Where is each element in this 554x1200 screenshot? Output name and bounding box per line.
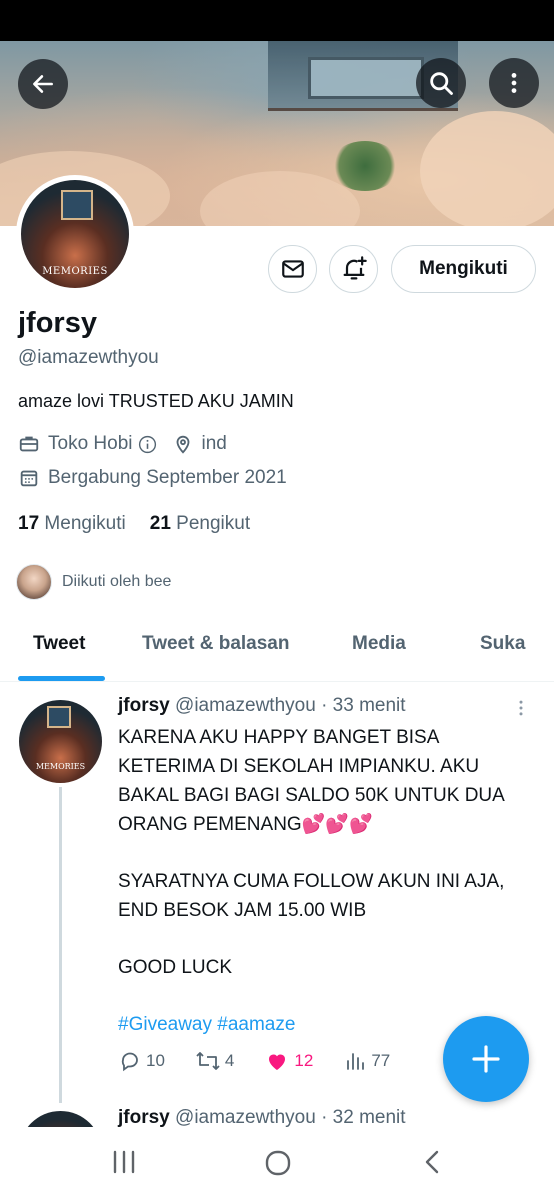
home-button[interactable]	[264, 1149, 292, 1182]
thread-line	[59, 787, 62, 1103]
heart-filled-icon	[269, 1054, 286, 1070]
notification-button[interactable]	[329, 245, 378, 293]
location-pin-icon	[172, 433, 194, 455]
profile-category: Toko Hobi	[48, 433, 133, 454]
search-icon	[430, 72, 453, 95]
profile-meta-row: Toko Hobi ind	[18, 433, 227, 455]
tab-tweet-replies[interactable]: Tweet & balasan	[142, 633, 289, 655]
tweet-time: · 32 menit	[321, 1107, 406, 1127]
more-vertical-icon	[519, 700, 523, 716]
followed-by-row[interactable]: Diikuti oleh bee	[16, 564, 171, 600]
profile-display-name: jforsy	[18, 307, 97, 339]
tweet-avatar[interactable]: MEMORIES	[19, 700, 102, 783]
tweet-paragraph: GOOD LUCK	[118, 957, 233, 978]
tweet-author-handle: @iamazewthyou	[175, 1107, 316, 1127]
plus-icon	[472, 1045, 500, 1073]
followers-count-link[interactable]: 21 Pengikut	[150, 513, 250, 535]
like-count: 12	[294, 1051, 314, 1070]
tweet-text: KARENA AKU HAPPY BANGET BISA KETERIMA DI…	[118, 723, 538, 1067]
tweet-paragraph: SYARATNYA CUMA FOLLOW AKUN INI AJA, END …	[118, 871, 505, 921]
views-button[interactable]: 77	[343, 1049, 390, 1073]
avatar-frame-art	[47, 706, 71, 728]
view-count: 77	[371, 1051, 391, 1070]
tweet-author-name[interactable]: jforsy	[118, 1107, 170, 1127]
profile-handle: @iamazewthyou	[18, 347, 159, 368]
tweet-more-button[interactable]	[511, 697, 531, 724]
reply-button[interactable]: 10	[118, 1049, 165, 1073]
compose-tweet-button[interactable]	[443, 1016, 529, 1102]
back-button[interactable]	[18, 59, 68, 109]
tweet-avatar[interactable]	[19, 1111, 102, 1127]
banner-bush-art	[330, 141, 400, 191]
avatar-frame-art	[61, 190, 93, 220]
reply-icon	[121, 1052, 138, 1072]
following-count: 17	[18, 513, 40, 534]
tweet-author-name[interactable]: jforsy	[118, 695, 170, 716]
tab-tweet[interactable]: Tweet	[33, 633, 85, 655]
active-tab-indicator	[18, 676, 105, 681]
following-label: Mengikuti	[44, 513, 126, 534]
info-icon[interactable]	[137, 434, 158, 455]
following-button[interactable]: Mengikuti	[391, 245, 536, 293]
avatar-caption: MEMORIES	[42, 266, 108, 277]
profile-avatar[interactable]: MEMORIES	[16, 175, 134, 293]
home-circle-icon	[265, 1150, 291, 1176]
avatar-caption: MEMORIES	[35, 762, 86, 771]
briefcase-icon	[18, 433, 40, 455]
banner-cloud-art	[420, 111, 554, 226]
followed-by-text: Diikuti oleh bee	[62, 573, 172, 590]
tweet-paragraph: KARENA AKU HAPPY BANGET BISA KETERIMA DI…	[118, 727, 504, 835]
follower-avatar	[16, 564, 52, 600]
retweet-button[interactable]: 4	[195, 1049, 234, 1073]
profile-joined-row: Bergabung September 2021	[18, 467, 287, 489]
reply-count: 10	[146, 1051, 165, 1070]
retweet-count: 4	[224, 1051, 235, 1070]
followers-label: Pengikut	[176, 513, 251, 534]
mail-icon	[281, 260, 304, 278]
follow-counts: 17 Mengikuti 21 Pengikut	[18, 513, 250, 535]
calendar-icon	[18, 467, 40, 489]
profile-bio: amaze lovi TRUSTED AKU JAMIN	[18, 391, 294, 411]
like-button[interactable]: 12	[264, 1049, 313, 1073]
back-nav-button[interactable]	[421, 1149, 445, 1180]
retweet-icon	[196, 1052, 220, 1070]
bell-plus-icon	[343, 256, 367, 280]
profile-location: ind	[201, 433, 227, 454]
tweet-item[interactable]: jforsy @iamazewthyou · 32 menit	[0, 1105, 554, 1127]
chevron-left-icon	[425, 1150, 439, 1174]
recent-apps-button[interactable]	[111, 1149, 137, 1180]
followers-count: 21	[149, 513, 171, 534]
more-vertical-icon	[511, 73, 517, 93]
tweet-header: jforsy @iamazewthyou · 33 menit	[118, 695, 406, 717]
recent-apps-icon	[113, 1150, 135, 1174]
tab-media[interactable]: Media	[352, 633, 406, 655]
tab-likes[interactable]: Suka	[480, 633, 525, 655]
profile-joined-date: Bergabung September 2021	[48, 467, 287, 488]
status-bar	[0, 0, 554, 41]
search-button[interactable]	[416, 58, 466, 108]
arrow-left-icon	[33, 75, 53, 93]
more-options-button[interactable]	[489, 58, 539, 108]
tweet-actions: 10 4 12 77	[118, 1049, 420, 1073]
analytics-icon	[347, 1053, 365, 1070]
tweet-header: jforsy @iamazewthyou · 32 menit	[118, 1107, 406, 1127]
following-count-link[interactable]: 17 Mengikuti	[18, 513, 126, 535]
profile-tabs: Tweet Tweet & balasan Media Suka	[0, 615, 554, 682]
tweet-author-handle: @iamazewthyou	[175, 695, 316, 716]
message-button[interactable]	[268, 245, 317, 293]
tweet-time: · 33 menit	[321, 695, 406, 716]
system-navigation-bar	[0, 1127, 554, 1200]
